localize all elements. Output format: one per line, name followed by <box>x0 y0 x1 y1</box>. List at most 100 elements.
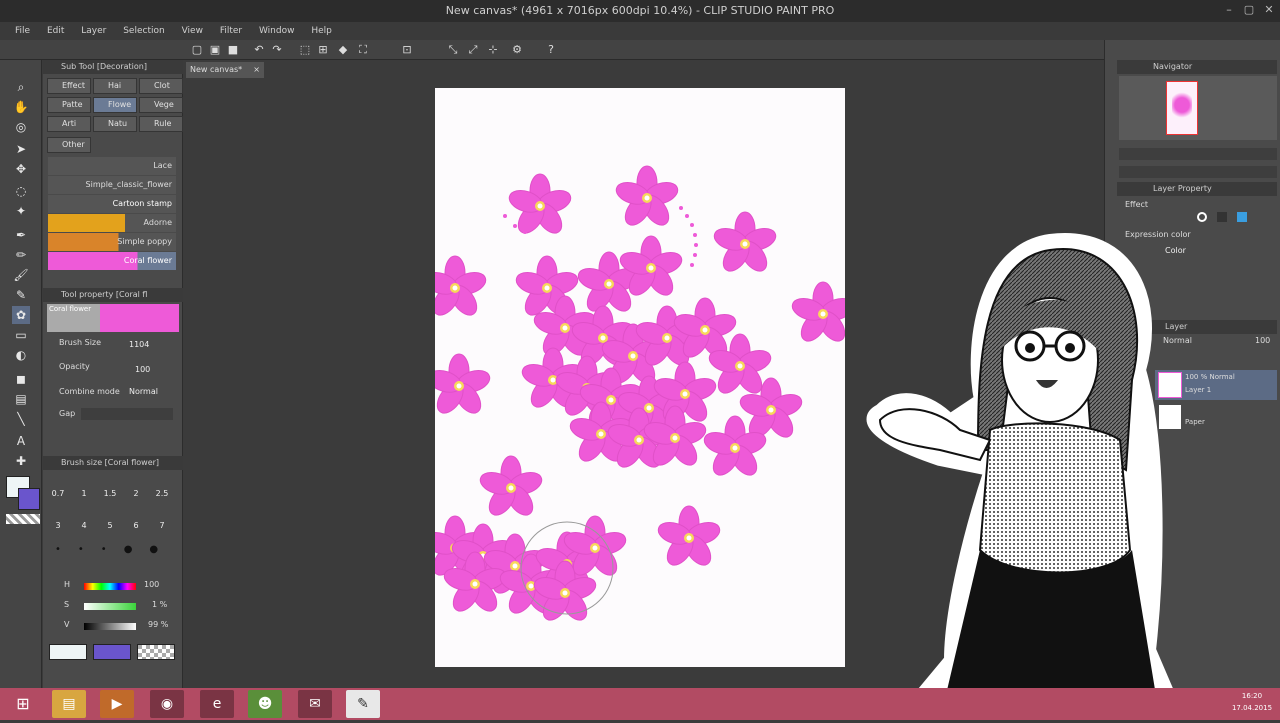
menu-edit[interactable]: Edit <box>40 22 71 40</box>
color-effect-icon[interactable] <box>1237 212 1247 222</box>
pencil-icon[interactable]: ✏ <box>12 246 30 264</box>
brush-item-selected[interactable]: Coral flower <box>48 252 176 270</box>
layer-opacity[interactable]: 100 <box>1255 336 1270 345</box>
new-file-icon[interactable]: ▢ <box>190 43 204 57</box>
menu-window[interactable]: Window <box>252 22 302 40</box>
undo-icon[interactable]: ↶ <box>252 43 266 57</box>
hand-icon[interactable]: ✋ <box>12 98 30 116</box>
fill-icon[interactable]: ◆ <box>336 43 350 57</box>
selection-icon[interactable]: ◌ <box>12 182 30 200</box>
windows-start-icon[interactable]: ⊞ <box>6 690 40 718</box>
brush-size-dots[interactable]: •••●● <box>55 544 171 555</box>
tab-ruled-line[interactable]: Rule <box>139 116 183 132</box>
brush-item[interactable]: Lace <box>48 157 176 175</box>
tab-effect[interactable]: Effect <box>47 78 91 94</box>
navigator-rotate-slider[interactable] <box>1119 166 1277 178</box>
minimize-button[interactable]: – <box>1222 3 1236 17</box>
value-slider[interactable] <box>84 623 136 630</box>
select-all-icon[interactable]: ⬚ <box>298 43 312 57</box>
brush-item[interactable]: Adorne <box>48 214 176 232</box>
tab-vegetation[interactable]: Vege <box>139 97 183 113</box>
border-effect-icon[interactable] <box>1197 212 1207 222</box>
tab-artificial[interactable]: Arti <box>47 116 91 132</box>
canvas-paper[interactable] <box>435 88 845 667</box>
hue-value[interactable]: 100 <box>144 580 159 589</box>
transparent-swatch[interactable] <box>6 514 40 524</box>
menu-file[interactable]: File <box>8 22 37 40</box>
sub-color-swatch[interactable] <box>18 488 40 510</box>
color-main-chip[interactable] <box>49 644 87 660</box>
navigator-preview[interactable] <box>1119 76 1277 140</box>
navigator-zoom-slider[interactable] <box>1119 148 1277 160</box>
tab-other[interactable]: Other <box>47 137 91 153</box>
brush-size-cell[interactable]: 2.5 <box>149 486 175 502</box>
chat-app-icon[interactable]: ☻ <box>248 690 282 718</box>
pen-icon[interactable]: ✒ <box>12 226 30 244</box>
brush-size-cell[interactable]: 1 <box>71 486 97 502</box>
brush-size-cell[interactable]: 2 <box>123 486 149 502</box>
brush-size-cell[interactable]: 7 <box>149 518 175 534</box>
tab-flower[interactable]: Flowe <box>93 97 137 113</box>
brush-size-cell[interactable]: 0.7 <box>45 486 71 502</box>
open-file-icon[interactable]: ▣ <box>208 43 222 57</box>
system-clock[interactable]: 16:20 17.04.2015 <box>1226 690 1278 714</box>
snap-grid-icon[interactable]: ⊹ <box>486 43 500 57</box>
zoom-icon[interactable]: ⌕ <box>12 78 30 96</box>
brush-icon[interactable]: 🖌 <box>12 266 30 284</box>
brush-item[interactable]: Cartoon stamp <box>48 195 176 213</box>
brush-size-cell[interactable]: 3 <box>45 518 71 534</box>
clip-studio-icon[interactable]: ✎ <box>346 690 380 718</box>
wand-icon[interactable]: ✦ <box>12 202 30 220</box>
tab-cloth[interactable]: Clot <box>139 78 183 94</box>
close-button[interactable]: ✕ <box>1262 3 1276 17</box>
saturation-slider[interactable] <box>84 603 136 610</box>
airbrush-icon[interactable]: ✎ <box>12 286 30 304</box>
fill-tool-icon[interactable]: ◼ <box>12 370 30 388</box>
tab-nature[interactable]: Natu <box>93 116 137 132</box>
transform-icon[interactable]: ⛶ <box>356 43 370 57</box>
tab-pattern[interactable]: Patte <box>47 97 91 113</box>
maximize-button[interactable]: ▢ <box>1242 3 1256 17</box>
eraser-icon[interactable]: ▭ <box>12 326 30 344</box>
deselect-icon[interactable]: ⊞ <box>316 43 330 57</box>
opacity-value[interactable]: 100 <box>135 365 150 374</box>
settings-icon[interactable]: ⚙ <box>510 43 524 57</box>
color-sub-chip[interactable] <box>93 644 131 660</box>
internet-explorer-icon[interactable]: e <box>200 690 234 718</box>
menu-view[interactable]: View <box>175 22 210 40</box>
value-value[interactable]: 99 % <box>148 620 168 629</box>
document-tab-close[interactable]: × <box>253 62 260 78</box>
gradient-icon[interactable]: ▤ <box>12 390 30 408</box>
color-transparent-chip[interactable] <box>137 644 175 660</box>
menu-selection[interactable]: Selection <box>116 22 171 40</box>
save-icon[interactable]: ■ <box>226 43 240 57</box>
saturation-value[interactable]: 1 % <box>152 600 167 609</box>
brush-item[interactable]: Simple poppy <box>48 233 176 251</box>
media-player-icon[interactable]: ▶ <box>100 690 134 718</box>
decoration-icon[interactable]: ✿ <box>12 306 30 324</box>
brush-size-cell[interactable]: 6 <box>123 518 149 534</box>
figure-icon[interactable]: ╲ <box>12 410 30 428</box>
help-icon[interactable]: ? <box>544 43 558 57</box>
blend-icon[interactable]: ◐ <box>12 346 30 364</box>
hue-slider[interactable] <box>84 583 136 590</box>
menu-layer[interactable]: Layer <box>74 22 113 40</box>
magnifier-icon[interactable]: ◎ <box>12 118 30 136</box>
brush-size-cell[interactable]: 1.5 <box>97 486 123 502</box>
tab-hair[interactable]: Hai <box>93 78 137 94</box>
balloon-icon[interactable]: ✚ <box>12 452 30 470</box>
menu-filter[interactable]: Filter <box>213 22 249 40</box>
crop-icon[interactable]: ⊡ <box>400 43 414 57</box>
document-tab[interactable]: New canvas* × <box>186 62 264 78</box>
combine-mode-value[interactable]: Normal <box>129 387 158 396</box>
brush-size-cell[interactable]: 5 <box>97 518 123 534</box>
chrome-icon[interactable]: ◉ <box>150 690 184 718</box>
move-icon[interactable]: ✥ <box>12 160 30 178</box>
tone-effect-icon[interactable] <box>1217 212 1227 222</box>
file-explorer-icon[interactable]: ▤ <box>52 690 86 718</box>
menu-help[interactable]: Help <box>304 22 339 40</box>
brush-item[interactable]: Simple_classic_flower <box>48 176 176 194</box>
snap-guide-icon[interactable]: ⤢ <box>466 43 480 57</box>
brush-size-value[interactable]: 1104 <box>129 340 149 349</box>
brush-size-cell[interactable]: 4 <box>71 518 97 534</box>
